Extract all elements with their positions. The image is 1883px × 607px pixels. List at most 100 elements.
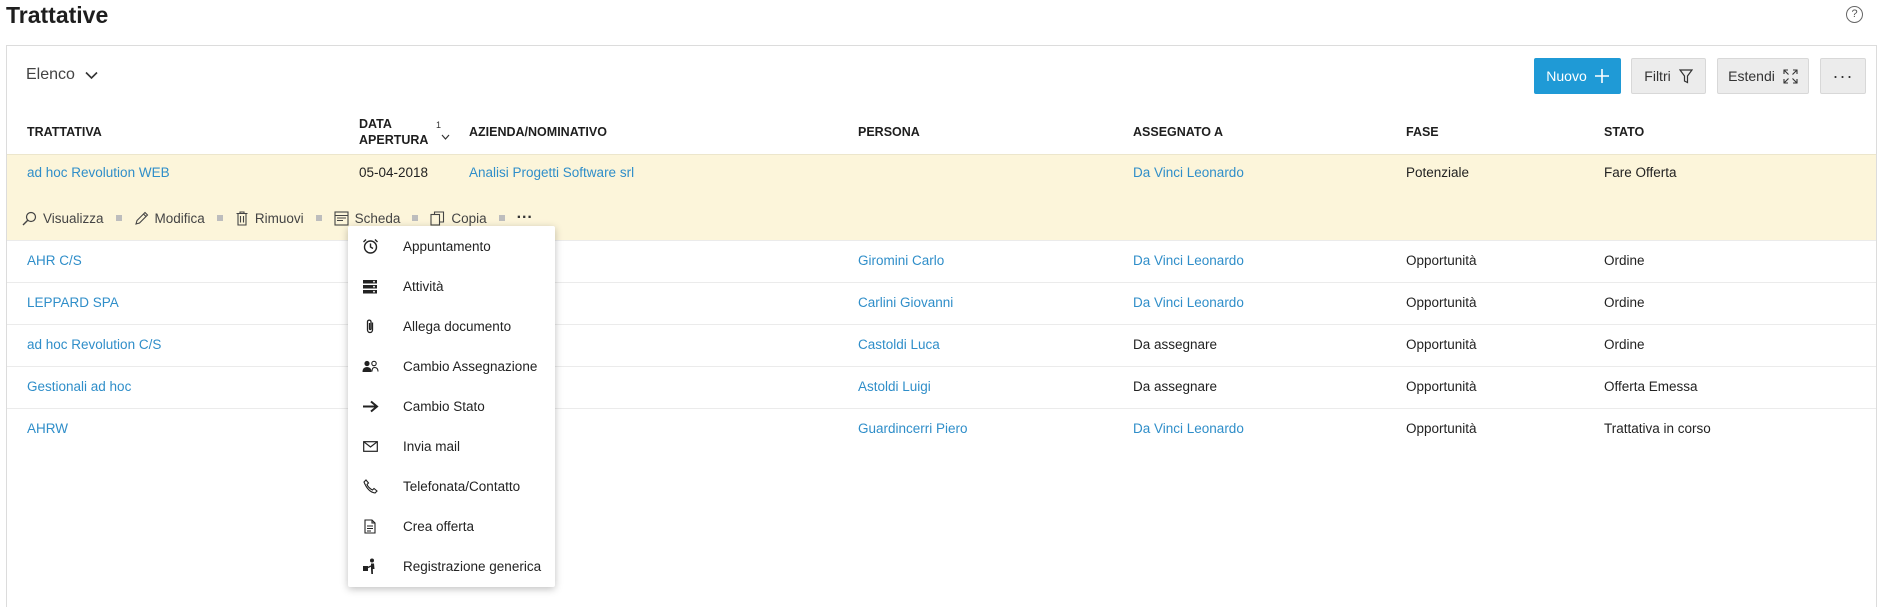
cell-assegnato[interactable]: Da Vinci Leonardo — [1133, 295, 1244, 310]
column-header-azienda[interactable]: AZIENDA/NOMINATIVO — [469, 125, 607, 139]
cell-trattativa[interactable]: ad hoc Revolution WEB — [27, 165, 170, 180]
menu-item-label: Invia mail — [403, 438, 461, 454]
menu-item-registrazione-generica[interactable]: Registrazione generica — [348, 546, 555, 586]
menu-item-allega-documento[interactable]: Allega documento — [348, 306, 555, 346]
menu-item-label: Crea offerta — [403, 518, 475, 534]
filter-button[interactable]: Filtri — [1631, 58, 1706, 94]
expand-icon — [1783, 68, 1798, 84]
cell-persona[interactable]: Castoldi Luca — [858, 337, 940, 352]
expand-button[interactable]: Estendi — [1717, 58, 1809, 94]
cell-fase: Potenziale — [1406, 165, 1470, 180]
menu-item-invia-mail[interactable]: Invia mail — [348, 426, 555, 466]
card-action[interactable]: Scheda — [334, 210, 400, 226]
cell-trattativa[interactable]: AHR C/S — [27, 253, 82, 268]
cell-trattativa[interactable]: AHRW — [27, 421, 68, 436]
expand-button-label: Estendi — [1728, 68, 1775, 84]
page-title: Trattative — [6, 2, 109, 28]
sort-index: 1 — [436, 120, 442, 130]
column-header-trattativa[interactable]: TRATTATIVA — [27, 125, 102, 139]
new-button[interactable]: Nuovo — [1534, 58, 1621, 94]
cell-assegnato[interactable]: Da Vinci Leonardo — [1133, 421, 1244, 436]
view-action-label: Visualizza — [43, 210, 104, 226]
cell-stato: Offerta Emessa — [1604, 379, 1698, 394]
table-row[interactable]: Gestionali ad hoc Astoldi Luigi Da asseg… — [7, 366, 1876, 408]
edit-action-label: Modifica — [154, 210, 205, 226]
action-separator — [498, 215, 505, 221]
copy-action[interactable]: Copia — [430, 210, 487, 226]
menu-item-cambio-stato[interactable]: Cambio Stato — [348, 386, 555, 426]
remove-action[interactable]: Rimuovi — [235, 211, 304, 226]
cell-assegnato[interactable]: Da Vinci Leonardo — [1133, 165, 1244, 180]
paperclip-icon — [361, 317, 379, 335]
cell-fase: Opportunità — [1406, 421, 1477, 436]
cell-persona[interactable]: Carlini Giovanni — [858, 295, 953, 310]
cell-assegnato[interactable]: Da Vinci Leonardo — [1133, 253, 1244, 268]
cell-stato: Ordine — [1604, 295, 1645, 310]
users-icon — [361, 357, 379, 375]
column-header-persona[interactable]: PERSONA — [858, 125, 920, 139]
menu-item-cambio-assegnazione[interactable]: Cambio Assegnazione — [348, 346, 555, 386]
cell-persona[interactable]: Astoldi Luigi — [858, 379, 931, 394]
row-action-bar: Visualizza Modifica Rimuovi Scheda Copia… — [22, 209, 533, 227]
column-header-stato[interactable]: STATO — [1604, 125, 1644, 139]
cell-fase: Opportunità — [1406, 379, 1477, 394]
cell-stato: Trattativa in corso — [1604, 421, 1711, 436]
view-selector[interactable]: Elenco — [26, 66, 98, 84]
menu-item-appuntamento[interactable]: Appuntamento — [348, 226, 555, 266]
copy-action-label: Copia — [451, 210, 487, 226]
cell-persona[interactable]: Guardincerri Piero — [858, 421, 968, 436]
chevron-down-icon — [85, 71, 98, 80]
alarm-clock-icon — [361, 237, 379, 255]
trash-icon — [236, 210, 248, 226]
table-row[interactable]: LEPPARD SPA Carlini Giovanni Da Vinci Le… — [7, 282, 1876, 324]
menu-item-attivita[interactable]: Attività — [348, 266, 555, 306]
cell-stato: Fare Offerta — [1604, 165, 1677, 180]
table-row[interactable]: AHRW Guardincerri Piero Da Vinci Leonard… — [7, 408, 1876, 450]
menu-item-crea-offerta[interactable]: Crea offerta — [348, 506, 555, 546]
cell-data-apertura: 05-04-2018 — [359, 165, 429, 180]
action-separator — [412, 215, 419, 221]
filter-button-label: Filtri — [1644, 68, 1671, 84]
menu-item-label: Attività — [403, 278, 444, 294]
menu-item-telefonata[interactable]: Telefonata/Contatto — [348, 466, 555, 506]
menu-item-label: Registrazione generica — [403, 558, 542, 574]
new-button-label: Nuovo — [1546, 68, 1587, 84]
action-separator — [115, 215, 122, 221]
cell-assegnato: Da assegnare — [1133, 337, 1218, 352]
deals-panel: Elenco Nuovo Filtri Estendi ··· TRATTATI… — [6, 45, 1877, 607]
table-row-selected[interactable]: ad hoc Revolution WEB 05-04-2018 Analisi… — [7, 154, 1876, 240]
sort-down-icon[interactable] — [441, 134, 450, 140]
cell-trattativa[interactable]: Gestionali ad hoc — [27, 379, 131, 394]
more-actions[interactable]: ··· — [517, 209, 533, 227]
menu-item-label: Appuntamento — [403, 238, 491, 254]
arrow-right-icon — [361, 397, 379, 415]
cell-trattativa[interactable]: LEPPARD SPA — [27, 295, 119, 310]
pencil-icon — [134, 211, 148, 225]
cell-trattativa[interactable]: ad hoc Revolution C/S — [27, 337, 161, 352]
more-options-button[interactable]: ··· — [1820, 58, 1866, 94]
document-icon — [361, 517, 379, 535]
cell-fase: Opportunità — [1406, 337, 1477, 352]
cell-stato: Ordine — [1604, 253, 1645, 268]
cell-azienda[interactable]: Analisi Progetti Software srl — [469, 165, 634, 180]
more-actions-menu: Appuntamento Attività Allega documento C… — [348, 226, 555, 587]
help-icon[interactable]: ? — [1846, 6, 1863, 23]
card-icon — [334, 210, 349, 226]
table-row[interactable]: ad hoc Revolution C/S Castoldi Luca Da a… — [7, 324, 1876, 366]
column-header-fase[interactable]: FASE — [1406, 125, 1439, 139]
table-row[interactable]: AHR C/S Giromini Carlo Da Vinci Leonardo… — [7, 240, 1876, 282]
column-header-data-line1[interactable]: DATA — [359, 117, 392, 131]
search-icon — [22, 211, 37, 225]
column-header-assegnato[interactable]: ASSEGNATO A — [1133, 125, 1223, 139]
view-action[interactable]: Visualizza — [22, 211, 104, 226]
phone-icon — [361, 477, 379, 495]
edit-action[interactable]: Modifica — [134, 211, 205, 226]
column-header-data-line2[interactable]: APERTURA — [359, 133, 428, 147]
cell-stato: Ordine — [1604, 337, 1645, 352]
person-walking-icon — [361, 557, 379, 575]
plus-icon — [1594, 69, 1609, 83]
stack-icon — [361, 277, 379, 295]
menu-item-label: Cambio Assegnazione — [403, 358, 538, 374]
envelope-icon — [361, 437, 379, 455]
cell-persona[interactable]: Giromini Carlo — [858, 253, 944, 268]
